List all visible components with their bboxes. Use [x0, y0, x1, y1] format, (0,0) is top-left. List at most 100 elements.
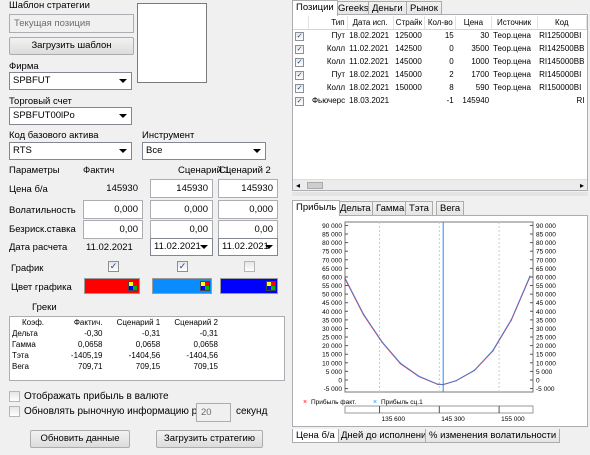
price-s2-field[interactable]: 145930 — [218, 179, 278, 198]
scroll-thumb[interactable] — [307, 182, 323, 189]
load-strategy-button[interactable]: Загрузить стратегию — [156, 430, 263, 448]
y-tick-label-right: 15 000 — [536, 352, 556, 359]
y-tick-label-right: 55 000 — [536, 283, 556, 290]
table-row[interactable]: ✓ Пут 18.02.2021 145000 2 1700 Теор.цена… — [293, 68, 587, 81]
row-checkbox[interactable]: ✓ — [295, 44, 304, 54]
table-row[interactable]: ✓ Пут 18.02.2021 125000 15 30 Теор.цена … — [293, 29, 587, 42]
position-strike: 145000 — [395, 57, 422, 66]
rate-fact-field[interactable]: 0,00 — [83, 220, 143, 239]
tab-market[interactable]: Рынок — [406, 1, 442, 15]
row-checkbox[interactable]: ✓ — [295, 70, 304, 80]
data-point — [362, 313, 365, 315]
tab-money[interactable]: Деньги — [368, 1, 407, 15]
refresh-market-checkbox[interactable] — [9, 406, 20, 417]
position-strike: 125000 — [395, 31, 422, 41]
position-strike — [393, 94, 425, 107]
refresh-seconds-field[interactable]: 20 — [196, 403, 231, 422]
positions-header[interactable]: Тип — [308, 16, 348, 30]
y-tick-label: 55 000 — [322, 283, 342, 290]
chart-fact-checkbox[interactable]: ✓ — [108, 261, 119, 272]
current-position-field[interactable]: Текущая позиция — [9, 14, 134, 33]
tab-underlying-price[interactable]: Цена б/а — [292, 429, 339, 443]
y-tick-label: 60 000 — [322, 274, 342, 281]
row-checkbox[interactable]: ✓ — [295, 83, 304, 93]
greeks-header: Коэф. — [22, 318, 44, 327]
firm-select[interactable]: SPBFUT — [9, 72, 132, 90]
table-row[interactable]: ✓ Колл 11.02.2021 145000 0 1000 Теор.цен… — [293, 55, 587, 68]
trade-account-select[interactable]: SPBFUT00lPo — [9, 107, 132, 125]
color-s1-swatch[interactable] — [152, 278, 212, 294]
volatility-fact-field[interactable]: 0,000 — [83, 200, 143, 219]
greek-s1: 0,0658 — [135, 340, 161, 349]
positions-header[interactable]: Страйк — [393, 16, 426, 30]
greek-s2: 709,15 — [193, 362, 218, 371]
chart-s1-checkbox[interactable]: ✓ — [177, 261, 188, 272]
trade-account-label: Торговый счет — [9, 96, 72, 107]
update-data-button[interactable]: Обновить данные — [30, 430, 130, 448]
y-tick-label-right: 70 000 — [536, 257, 556, 264]
show-profit-currency-checkbox[interactable] — [9, 391, 20, 402]
position-date: 18.02.2021 — [349, 83, 390, 92]
y-tick-label-right: 85 000 — [536, 232, 556, 239]
volatility-s2-field[interactable]: 0,000 — [218, 200, 278, 219]
load-template-button[interactable]: Загрузить шаблон — [9, 37, 134, 55]
price-fact-field[interactable]: 145930 — [83, 179, 143, 198]
tab-vega[interactable]: Вега — [436, 201, 465, 215]
tab-profit[interactable]: Прибыль — [292, 200, 341, 216]
instrument-select[interactable]: Все — [142, 142, 266, 160]
position-strike: 150000 — [395, 83, 422, 92]
calc-date-s2-picker[interactable]: 11.02.2021 — [218, 238, 278, 256]
tab-positions[interactable]: Позиции — [292, 0, 338, 16]
positions-table: Тип Дата исп. Страйк Кол-во Цена Источни… — [293, 16, 587, 107]
y-tick-label: 70 000 — [322, 257, 342, 264]
y-tick-label: 20 000 — [322, 343, 342, 350]
y-tick-label: 40 000 — [322, 309, 342, 316]
rate-s2-field[interactable]: 0,00 — [218, 220, 278, 239]
position-date: 18.02.2021 — [349, 31, 390, 41]
table-row[interactable]: ✓ Колл 18.02.2021 150000 8 590 Теор.цена… — [293, 81, 587, 94]
y-tick-label-right: 0 — [536, 377, 540, 384]
y-tick-label: 65 000 — [322, 266, 342, 273]
tab-greeks[interactable]: Greeks — [334, 1, 373, 15]
row-checkbox[interactable]: ✓ — [295, 57, 304, 67]
data-point — [436, 383, 439, 385]
row-checkbox[interactable]: ✓ — [295, 31, 304, 41]
price-label: Цена б/а — [9, 184, 48, 195]
tab-volatility-change[interactable]: % изменения волатильности — [425, 429, 561, 443]
scroll-left-icon[interactable]: ◂ — [296, 181, 300, 190]
tab-delta[interactable]: Дельта — [336, 201, 375, 215]
calc-date-s1-value: 11.02.2021 — [154, 241, 201, 252]
positions-header[interactable]: Дата исп. — [347, 16, 394, 30]
positions-header[interactable]: Источник — [491, 16, 538, 30]
color-s2-swatch[interactable] — [220, 278, 278, 294]
tab-days-to-expiry[interactable]: Дней до исполнения — [337, 429, 436, 443]
tab-theta[interactable]: Тэта — [405, 201, 433, 215]
legend-label: Прибыль факт. — [311, 398, 356, 406]
splitter-handle[interactable] — [292, 192, 588, 196]
base-asset-value: RTS — [13, 145, 32, 156]
scroll-right-icon[interactable]: ▸ — [580, 181, 584, 190]
calc-date-label: Дата расчета — [9, 242, 68, 253]
color-fact-swatch[interactable] — [84, 278, 140, 294]
rate-s1-field[interactable]: 0,00 — [150, 220, 213, 239]
table-row[interactable]: ✓ Колл 11.02.2021 142500 0 3500 Теор.цен… — [293, 42, 587, 55]
greek-name: Вега — [12, 362, 29, 371]
positions-header[interactable]: Цена — [455, 16, 492, 30]
y-tick-label: 0 — [338, 377, 342, 384]
volatility-s1-field[interactable]: 0,000 — [150, 200, 213, 219]
positions-header[interactable]: Кол-во — [424, 16, 457, 30]
calc-date-s1-picker[interactable]: 11.02.2021 — [150, 238, 213, 256]
greeks-table: Коэф. Фактич. Сценарий 1 Сценарий 2 Дель… — [10, 317, 220, 372]
checkbox-column-header — [293, 16, 310, 30]
tab-gamma[interactable]: Гамма — [372, 201, 409, 215]
greeks-row: Тэта -1405,19 -1404,56 -1404,56 — [10, 350, 220, 361]
palette-icon — [200, 281, 210, 291]
price-s1-field[interactable]: 145930 — [150, 179, 213, 198]
positions-header[interactable]: Код — [537, 16, 587, 30]
row-checkbox[interactable]: ✓ — [295, 96, 304, 106]
template-preview — [137, 3, 207, 83]
table-row[interactable]: ✓ Фьючерс 18.03.2021 -1 145940 RI — [293, 94, 587, 107]
positions-hscrollbar[interactable]: ◂ ▸ — [293, 179, 587, 190]
chart-s2-checkbox[interactable] — [244, 261, 255, 272]
base-asset-select[interactable]: RTS — [9, 142, 132, 160]
